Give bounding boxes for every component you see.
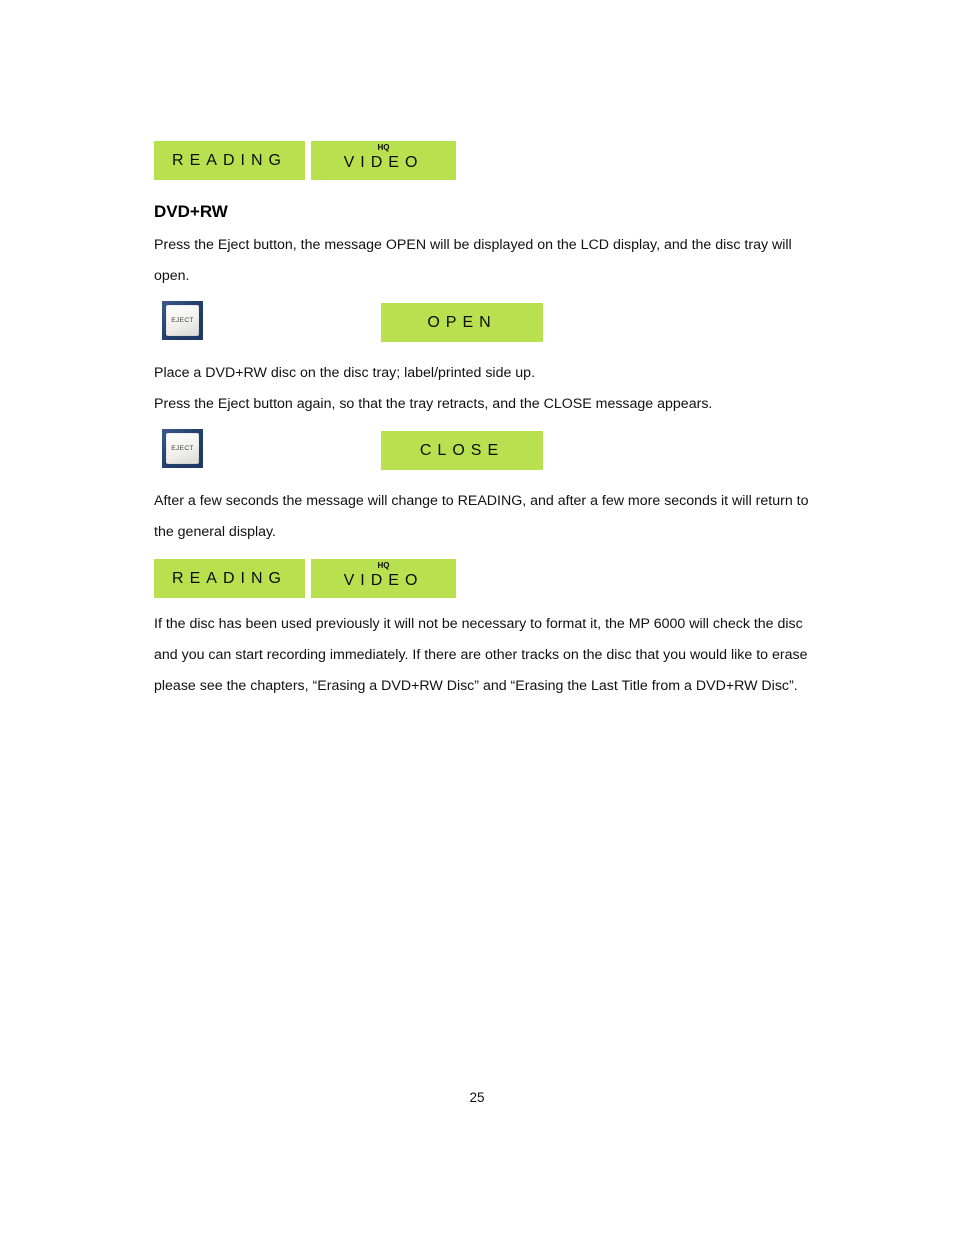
paragraph-place-disc: Place a DVD+RW disc on the disc tray; la… bbox=[154, 365, 536, 381]
lcd-display-open: OPEN bbox=[381, 303, 543, 342]
lcd-display-video-bottom: HQ VIDEO bbox=[311, 559, 456, 598]
paragraph-eject-open: Press the Eject button, the message OPEN… bbox=[154, 237, 792, 284]
lcd-quality-label-top: HQ bbox=[377, 143, 390, 152]
lcd-display-group-bottom: READING HQ VIDEO bbox=[154, 559, 814, 598]
lcd-video-label-bottom: VIDEO bbox=[343, 572, 424, 589]
lcd-quality-label-bottom: HQ bbox=[377, 561, 390, 570]
paragraph-used-disc-note: If the disc has been used previously it … bbox=[154, 616, 808, 694]
lcd-video-label-top: VIDEO bbox=[343, 154, 424, 171]
figure-eject-close: EJECT CLOSE bbox=[154, 429, 814, 477]
eject-button-illustration-2: EJECT bbox=[162, 429, 203, 468]
paragraph-reading-message: After a few seconds the message will cha… bbox=[154, 493, 809, 540]
lcd-display-reading-top: READING bbox=[154, 141, 305, 180]
eject-button-icon: EJECT bbox=[162, 429, 203, 468]
paragraph-eject-close: Press the Eject button again, so that th… bbox=[154, 396, 713, 412]
lcd-display-reading-bottom: READING bbox=[154, 559, 305, 598]
eject-button-face: EJECT bbox=[166, 305, 199, 336]
lcd-display-open-wrap: OPEN bbox=[381, 303, 543, 342]
lcd-display-close: CLOSE bbox=[381, 431, 543, 470]
eject-button-label: EJECT bbox=[171, 444, 194, 453]
lcd-display-group-top: READING HQ VIDEO bbox=[154, 141, 814, 180]
page-content: READING HQ VIDEO DVD+RW Press the Eject … bbox=[154, 130, 814, 702]
eject-button-illustration-1: EJECT bbox=[162, 301, 203, 340]
lcd-display-close-wrap: CLOSE bbox=[381, 431, 543, 470]
document-page: READING HQ VIDEO DVD+RW Press the Eject … bbox=[0, 0, 954, 1235]
section-heading-dvd-rw: DVD+RW bbox=[154, 202, 228, 221]
eject-button-icon: EJECT bbox=[162, 301, 203, 340]
eject-button-face: EJECT bbox=[166, 433, 199, 464]
figure-eject-open: EJECT OPEN bbox=[154, 301, 814, 349]
page-number: 25 bbox=[469, 1090, 485, 1105]
eject-button-label: EJECT bbox=[171, 316, 194, 325]
lcd-display-video-top: HQ VIDEO bbox=[311, 141, 456, 180]
